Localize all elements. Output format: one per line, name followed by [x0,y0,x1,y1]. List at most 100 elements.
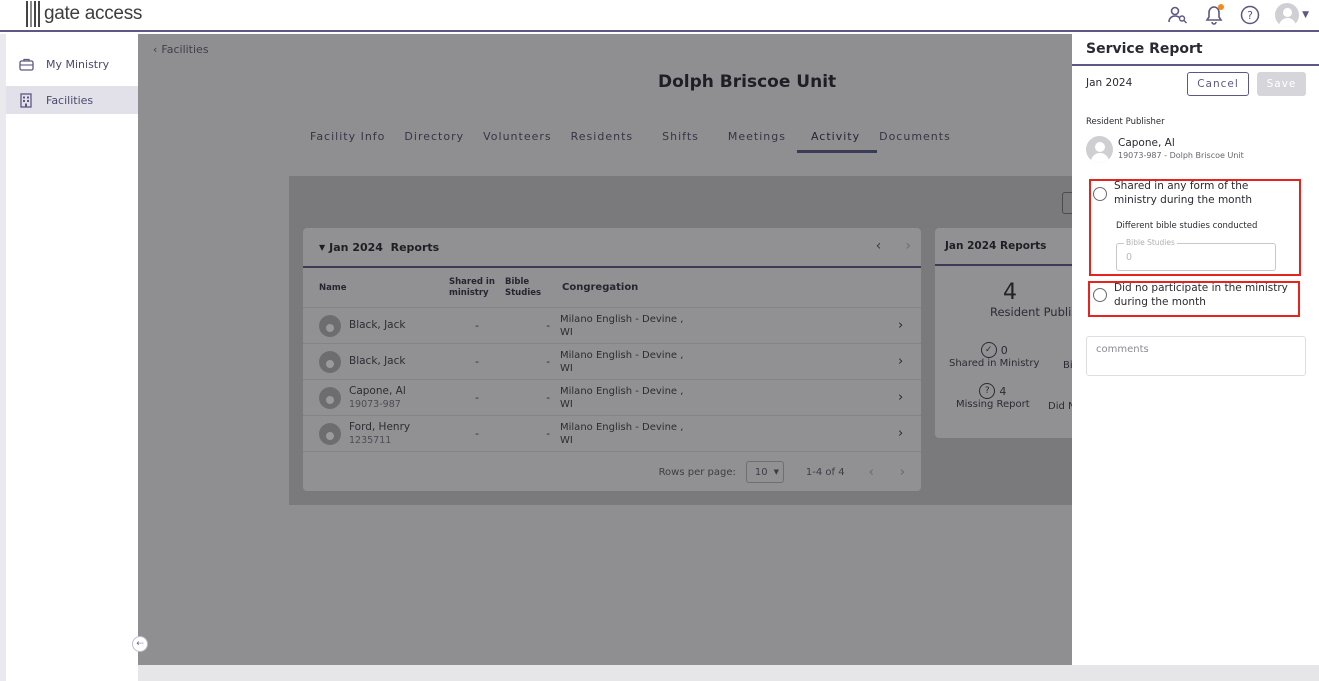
svg-text:?: ? [1247,9,1253,22]
report-month: Jan 2024 [1086,77,1133,89]
col-shared[interactable]: Shared in ministry [449,277,505,299]
prev-page-icon[interactable]: ‹ [869,465,874,480]
account-icon [1275,3,1300,27]
sidebar-item-facilities[interactable]: Facilities [6,86,138,114]
main-content: ‹ Facilities Dolph Briscoe Unit Facility… [138,34,1072,665]
chevron-right-icon[interactable]: › [898,426,921,441]
option-shared-label[interactable]: Shared in any form of the ministry durin… [1114,180,1294,207]
cancel-button[interactable]: Cancel [1187,72,1249,96]
row-shared: - [475,427,479,440]
stat-value: 4 [999,384,1007,398]
user-search-icon[interactable] [1167,4,1189,26]
no-participation-radio[interactable] [1093,288,1107,302]
check-circle-icon: ✓ [980,342,997,358]
summary-total: 4 [1003,280,1017,305]
row-congregation: Milano English - Devine , WI [560,421,684,446]
next-month-icon[interactable]: › [905,238,911,254]
stat-shared: ✓ 0 Shared in Ministry [949,342,1039,369]
drawer-divider [1072,64,1319,66]
bell-icon[interactable] [1203,4,1225,26]
ghost-button[interactable] [1062,192,1072,214]
table-row[interactable]: Black, Jack - - Milano English - Devine … [303,308,921,344]
chevron-right-icon[interactable]: › [898,318,921,333]
collapse-sidebar-icon[interactable]: ⇠ [132,636,148,652]
caret-down-icon: ▼ [773,468,780,476]
tab-meetings[interactable]: Meetings [728,130,795,153]
table-row[interactable]: Capone, Al 19073-987 - - Milano English -… [303,380,921,416]
resident-publisher-label: Resident Publisher [1086,117,1165,127]
stat-label: Did N [1048,401,1072,412]
chevron-right-icon[interactable]: › [898,390,921,405]
row-congregation: Milano English - Devine , WI [560,385,684,410]
sidebar-item-my-ministry[interactable]: My Ministry [6,50,138,78]
rows-per-page-value: 10 [754,466,768,478]
reports-table-title: Jan 2024 Reports [329,240,440,254]
sidebar: My Ministry Facilities [0,34,138,681]
row-name: Capone, Al [349,384,406,397]
row-shared: - [475,355,479,368]
col-bible[interactable]: Bible Studies [505,277,560,299]
stat-label: Bi [1063,360,1072,371]
bottom-strip [138,665,1319,681]
bible-studies-input[interactable] [1116,243,1276,271]
tab-directory[interactable]: Directory [404,130,473,153]
stat-value: 0 [1000,343,1008,357]
notification-dot [1218,4,1225,10]
chevron-left-icon: ‹ [153,43,158,56]
stat-label: Missing Report [956,399,1030,410]
publisher-sub: 19073-987 - Dolph Briscoe Unit [1118,151,1244,160]
row-id: 19073-987 [349,398,401,410]
top-bar: gate access ? ▼ [0,0,1319,32]
help-icon[interactable]: ? [1239,4,1261,26]
row-name: Black, Jack [349,319,406,331]
page-title: Dolph Briscoe Unit [658,72,837,92]
comments-field[interactable]: comments [1086,336,1306,376]
tab-shifts[interactable]: Shifts [662,130,708,153]
app-logo[interactable]: gate access [26,1,142,27]
stat-label: Shared in Ministry [949,358,1040,369]
logo-bars-icon [26,1,40,27]
tab-activity[interactable]: Activity [796,130,878,153]
question-circle-icon: ? [979,383,996,399]
reports-table-card: ▼ Jan 2024 Reports ‹ › Name Shared in mi… [303,228,921,491]
facility-tabs: Facility Info Directory Volunteers Resid… [310,130,970,153]
service-report-drawer: Service Report Jan 2024 Cancel Save Resi… [1072,34,1319,665]
row-shared: - [475,391,479,404]
sidebar-item-label: Facilities [46,93,94,107]
reports-table-header: ▼ Jan 2024 Reports [303,228,921,268]
stat-missing: ? 4 Missing Report [956,383,1030,410]
breadcrumb-facilities: Facilities [161,43,209,56]
row-shared: - [475,319,479,332]
avatar [319,386,341,409]
option-none-label[interactable]: Did no participate in the ministry durin… [1114,282,1294,309]
row-bible: - [546,319,550,332]
table-row[interactable]: Ford, Henry 1235711 - - Milano English - … [303,416,921,452]
rows-per-page-select[interactable]: 10 ▼ [745,461,784,483]
avatar [319,422,341,445]
tab-facility-info[interactable]: Facility Info [310,130,394,153]
save-button[interactable]: Save [1257,72,1306,96]
col-name[interactable]: Name [303,283,449,293]
row-bible: - [546,355,550,368]
table-pager: Rows per page: 10 ▼ 1-4 of 4 ‹ › [659,461,905,483]
bible-studies-heading: Different bible studies conducted [1116,221,1258,231]
shared-radio[interactable] [1093,187,1107,201]
tab-residents[interactable]: Residents [571,130,642,153]
col-congregation[interactable]: Congregation [560,281,900,294]
logo-text: gate access [44,3,143,24]
breadcrumb[interactable]: ‹ Facilities [153,43,209,56]
row-congregation: Milano English - Devine , WI [560,313,684,338]
row-bible: - [546,427,550,440]
top-icons: ? ▼ [1167,3,1309,27]
tab-volunteers[interactable]: Volunteers [483,130,561,153]
chevron-right-icon[interactable]: › [898,354,921,369]
next-page-icon[interactable]: › [900,465,905,480]
building-icon [18,92,34,108]
account-menu[interactable]: ▼ [1275,3,1309,27]
table-row[interactable]: Black, Jack - - Milano English - Devine … [303,344,921,380]
sidebar-item-label: My Ministry [46,57,110,71]
caret-down-icon[interactable]: ▼ [319,243,325,252]
tab-documents[interactable]: Documents [879,130,960,153]
prev-month-icon[interactable]: ‹ [876,238,882,254]
table-header: Name Shared in ministry Bible Studies Co… [303,268,921,308]
